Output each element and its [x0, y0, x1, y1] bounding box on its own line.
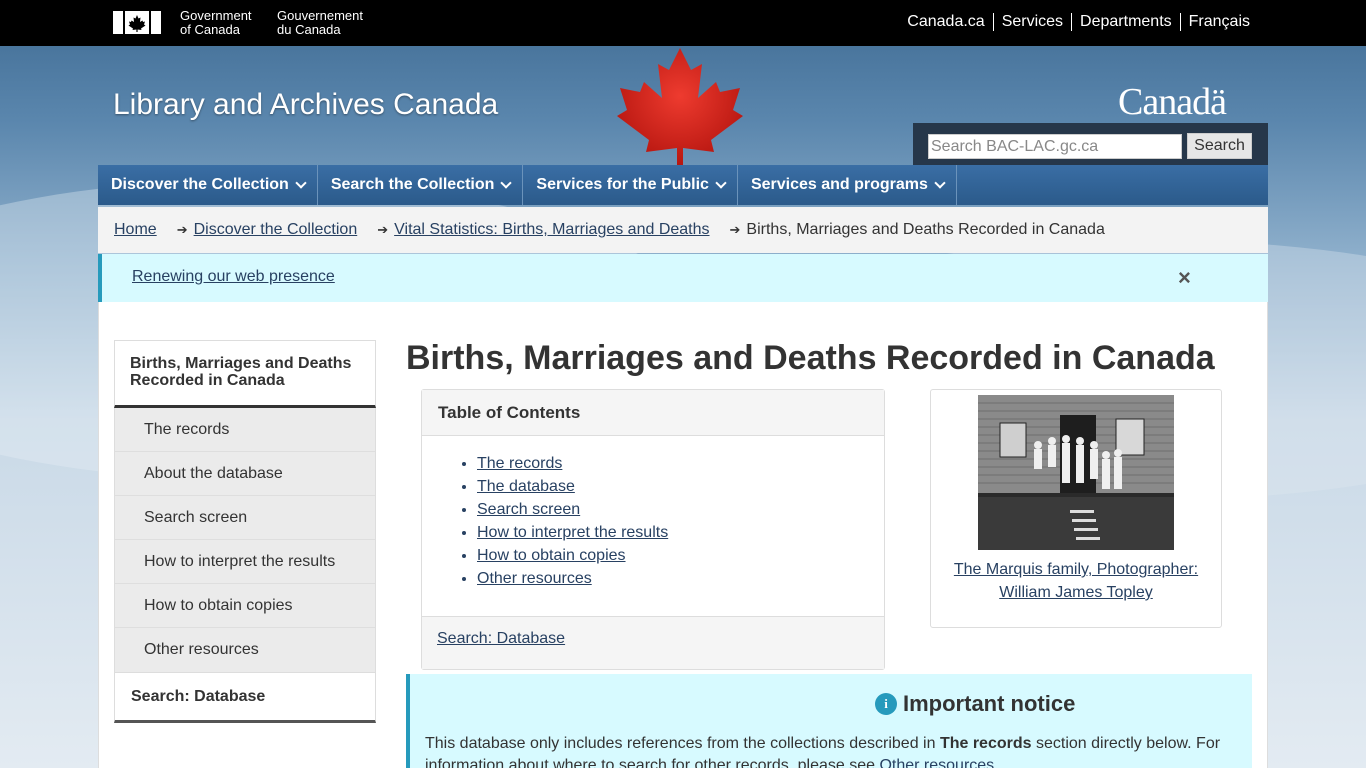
sidenav-item-how-to-obtain-copies[interactable]: How to obtain copies: [115, 584, 375, 628]
toc-link-search-database[interactable]: Search: Database: [437, 630, 565, 647]
gov-fr-line1: Gouvernement: [277, 8, 363, 23]
menu-item-label: Discover the Collection: [111, 176, 289, 193]
sidenav-sublist: The records About the database Search sc…: [114, 408, 376, 672]
arrow-right-icon: ➔: [176, 222, 188, 237]
gov-en-line1: Government: [180, 8, 252, 23]
renewing-web-presence-link[interactable]: Renewing our web presence: [132, 268, 335, 286]
other-resources-link[interactable]: Other resources: [879, 757, 994, 768]
important-notice: i Important notice This database only in…: [406, 674, 1252, 768]
fip-link-francais[interactable]: Français: [1181, 12, 1250, 32]
sidenav-item-search-database[interactable]: Search: Database: [114, 672, 376, 723]
gov-en-line2: of Canada: [180, 22, 240, 37]
breadcrumb-current: Births, Marriages and Deaths Recorded in…: [746, 221, 1105, 238]
toc-list: The records The database Search screen H…: [477, 452, 668, 590]
sidenav-item-how-to-interpret[interactable]: How to interpret the results: [115, 540, 375, 584]
search-button[interactable]: Search: [1187, 133, 1252, 159]
menu-item-services-and-programs[interactable]: Services and programs: [738, 165, 957, 205]
important-notice-text: This database only includes references f…: [425, 733, 1240, 768]
toc-footer: Search: Database: [422, 616, 884, 669]
breadcrumb-vital-statistics[interactable]: Vital Statistics: Births, Marriages and …: [394, 221, 709, 239]
toc-link-interpret-results[interactable]: How to interpret the results: [477, 524, 668, 541]
menu-item-discover-the-collection[interactable]: Discover the Collection: [98, 165, 318, 205]
menu-item-services-for-the-public[interactable]: Services for the Public: [523, 165, 738, 205]
figure-caption-link[interactable]: The Marquis family, Photographer: William…: [954, 561, 1198, 601]
fip-link-canada-ca[interactable]: Canada.ca: [899, 12, 992, 32]
arrow-right-icon: ➔: [729, 222, 741, 237]
menu-item-label: Services and programs: [750, 176, 928, 193]
gov-fr-line2: du Canada: [277, 22, 341, 37]
marquis-family-photo[interactable]: [978, 395, 1174, 550]
chevron-down-icon: [934, 177, 946, 189]
menu-item-label: Services for the Public: [536, 176, 709, 193]
toc-link-other-resources[interactable]: Other resources: [477, 570, 592, 587]
toc-link-the-database[interactable]: The database: [477, 478, 575, 495]
government-of-canada-label: Government of Canada: [180, 9, 252, 37]
toc-heading: Table of Contents: [422, 390, 884, 436]
sidenav-item-about-the-database[interactable]: About the database: [115, 452, 375, 496]
notice-text-bold: The records: [939, 735, 1032, 752]
toc-link-search-screen[interactable]: Search screen: [477, 501, 580, 518]
list-item: How to obtain copies: [477, 544, 668, 567]
table-of-contents-panel: Table of Contents The records The databa…: [421, 389, 885, 670]
menu-item-search-the-collection[interactable]: Search the Collection: [318, 165, 524, 205]
list-item: Other resources: [477, 567, 668, 590]
menu-item-label: Search the Collection: [330, 176, 495, 193]
close-icon[interactable]: ×: [1178, 265, 1191, 291]
caption-line1: The Marquis family, Photographer:: [953, 561, 1199, 578]
notice-text-part: This database only includes references f…: [425, 735, 940, 752]
federal-identity-bar: Government of Canada Gouvernement du Can…: [0, 0, 1366, 46]
maple-leaf-icon: [612, 46, 748, 173]
important-title-text: Important notice: [903, 691, 1076, 716]
gouvernement-du-canada-label: Gouvernement du Canada: [277, 9, 363, 37]
breadcrumb: Home ➔ Discover the Collection ➔ Vital S…: [98, 207, 1268, 253]
sidenav-item-search-screen[interactable]: Search screen: [115, 496, 375, 540]
sidenav-item-the-records[interactable]: The records: [115, 408, 375, 452]
fip-link-services[interactable]: Services: [994, 12, 1071, 32]
figure-caption: The Marquis family, Photographer: William…: [931, 558, 1221, 604]
list-item: Search screen: [477, 498, 668, 521]
breadcrumb-home[interactable]: Home: [114, 221, 157, 239]
site-title[interactable]: Library and Archives Canada: [113, 88, 498, 122]
main-menu: Discover the Collection Search the Colle…: [98, 165, 1268, 205]
chevron-down-icon: [500, 177, 513, 189]
toc-link-obtain-copies[interactable]: How to obtain copies: [477, 547, 626, 564]
renewing-notice-banner: Renewing our web presence ×: [98, 254, 1268, 302]
fip-link-departments[interactable]: Departments: [1072, 12, 1180, 32]
arrow-right-icon: ➔: [377, 222, 389, 237]
notice-text-part: .: [994, 757, 999, 768]
page-title: Births, Marriages and Deaths Recorded in…: [406, 339, 1215, 377]
info-icon: i: [875, 693, 897, 715]
canada-flag-icon: [113, 11, 161, 34]
sidenav-heading[interactable]: Births, Marriages and Deaths Recorded in…: [114, 340, 376, 408]
figure-panel: The Marquis family, Photographer: William…: [930, 389, 1222, 628]
chevron-down-icon: [715, 177, 727, 189]
caption-line2: William James Topley: [999, 584, 1153, 601]
section-side-nav: Births, Marriages and Deaths Recorded in…: [114, 340, 376, 723]
toc-link-the-records[interactable]: The records: [477, 455, 562, 472]
canada-wordmark-logo: Canadä: [1118, 81, 1227, 123]
important-notice-title: i Important notice: [875, 691, 1075, 717]
breadcrumb-discover-the-collection[interactable]: Discover the Collection: [194, 221, 358, 239]
search-input[interactable]: [928, 134, 1182, 159]
fip-nav: Canada.ca Services Departments Français: [899, 12, 1250, 32]
list-item: How to interpret the results: [477, 521, 668, 544]
list-item: The records: [477, 452, 668, 475]
sidenav-item-other-resources[interactable]: Other resources: [115, 628, 375, 672]
chevron-down-icon: [295, 177, 307, 189]
list-item: The database: [477, 475, 668, 498]
